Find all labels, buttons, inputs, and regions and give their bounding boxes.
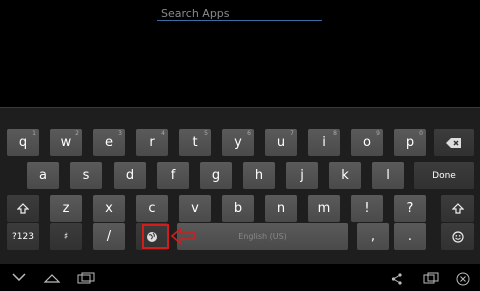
shift-icon (451, 202, 464, 214)
symbols-key[interactable]: ?123 (7, 223, 39, 250)
key-t[interactable]: t5 (179, 129, 211, 156)
key-u[interactable]: u7 (265, 129, 297, 156)
home-icon[interactable] (43, 273, 61, 283)
key-question[interactable]: ? (394, 195, 426, 222)
key-hint: 3 (118, 130, 122, 137)
key-r[interactable]: r4 (136, 129, 168, 156)
key-f[interactable]: f (157, 162, 189, 189)
key-comma[interactable]: , (357, 223, 389, 250)
key-hint: 1 (32, 130, 36, 137)
key-a[interactable]: a (27, 162, 59, 189)
key-j[interactable]: j (286, 162, 318, 189)
shift-icon (17, 202, 29, 214)
key-w[interactable]: w2 (50, 129, 82, 156)
key-hint: 0 (419, 130, 423, 137)
key-hint: 6 (247, 130, 251, 137)
annotation-highlight-box (142, 224, 169, 249)
key-e[interactable]: e3 (93, 129, 125, 156)
key-k[interactable]: k (329, 162, 361, 189)
navigation-bar (0, 264, 480, 291)
key-hint: 9 (376, 130, 380, 137)
key-hint: 2 (75, 130, 79, 137)
key-o[interactable]: o9 (351, 129, 383, 156)
search-field[interactable] (157, 2, 330, 22)
key-x[interactable]: x (93, 195, 125, 222)
share-icon[interactable] (391, 273, 403, 285)
key-slash[interactable]: / (93, 223, 125, 250)
annotation-arrow-icon (171, 227, 195, 245)
key-l[interactable]: l (372, 162, 404, 189)
window-icon[interactable] (423, 272, 439, 284)
soft-keyboard: q1 w2 e3 r4 t5 y6 u7 i8 o9 p0 a s d f g … (0, 107, 480, 265)
emoji-key[interactable] (441, 223, 474, 250)
recent-apps-icon[interactable] (77, 272, 95, 284)
shift-key-right[interactable] (441, 195, 474, 222)
key-hint: 5 (204, 130, 208, 137)
key-m[interactable]: m (308, 195, 340, 222)
key-y[interactable]: y6 (222, 129, 254, 156)
key-v[interactable]: v (179, 195, 211, 222)
smiley-icon (451, 230, 464, 243)
key-n[interactable]: n (265, 195, 297, 222)
key-d[interactable]: d (114, 162, 146, 189)
key-c[interactable]: c (136, 195, 168, 222)
done-button[interactable]: Done (414, 162, 474, 189)
search-input[interactable] (157, 5, 330, 22)
key-z[interactable]: z (50, 195, 82, 222)
key-hint: 4 (161, 130, 165, 137)
key-hint: 7 (290, 130, 294, 137)
key-q[interactable]: q1 (7, 129, 39, 156)
shift-key-left[interactable] (7, 195, 39, 222)
hide-keyboard-icon[interactable] (12, 273, 26, 281)
key-h[interactable]: h (243, 162, 275, 189)
delete-key[interactable] (434, 129, 474, 156)
key-period[interactable]: . (394, 223, 426, 250)
key-g[interactable]: g (200, 162, 232, 189)
close-icon[interactable] (456, 272, 470, 286)
key-hint: 8 (333, 130, 337, 137)
key-b[interactable]: b (222, 195, 254, 222)
settings-key[interactable]: ♯ (50, 223, 82, 250)
key-s[interactable]: s (70, 162, 102, 189)
space-bar[interactable]: English (US) (177, 223, 348, 250)
backspace-icon (446, 137, 461, 148)
key-p[interactable]: p0 (394, 129, 426, 156)
key-exclamation[interactable]: ! (351, 195, 383, 222)
key-i[interactable]: i8 (308, 129, 340, 156)
